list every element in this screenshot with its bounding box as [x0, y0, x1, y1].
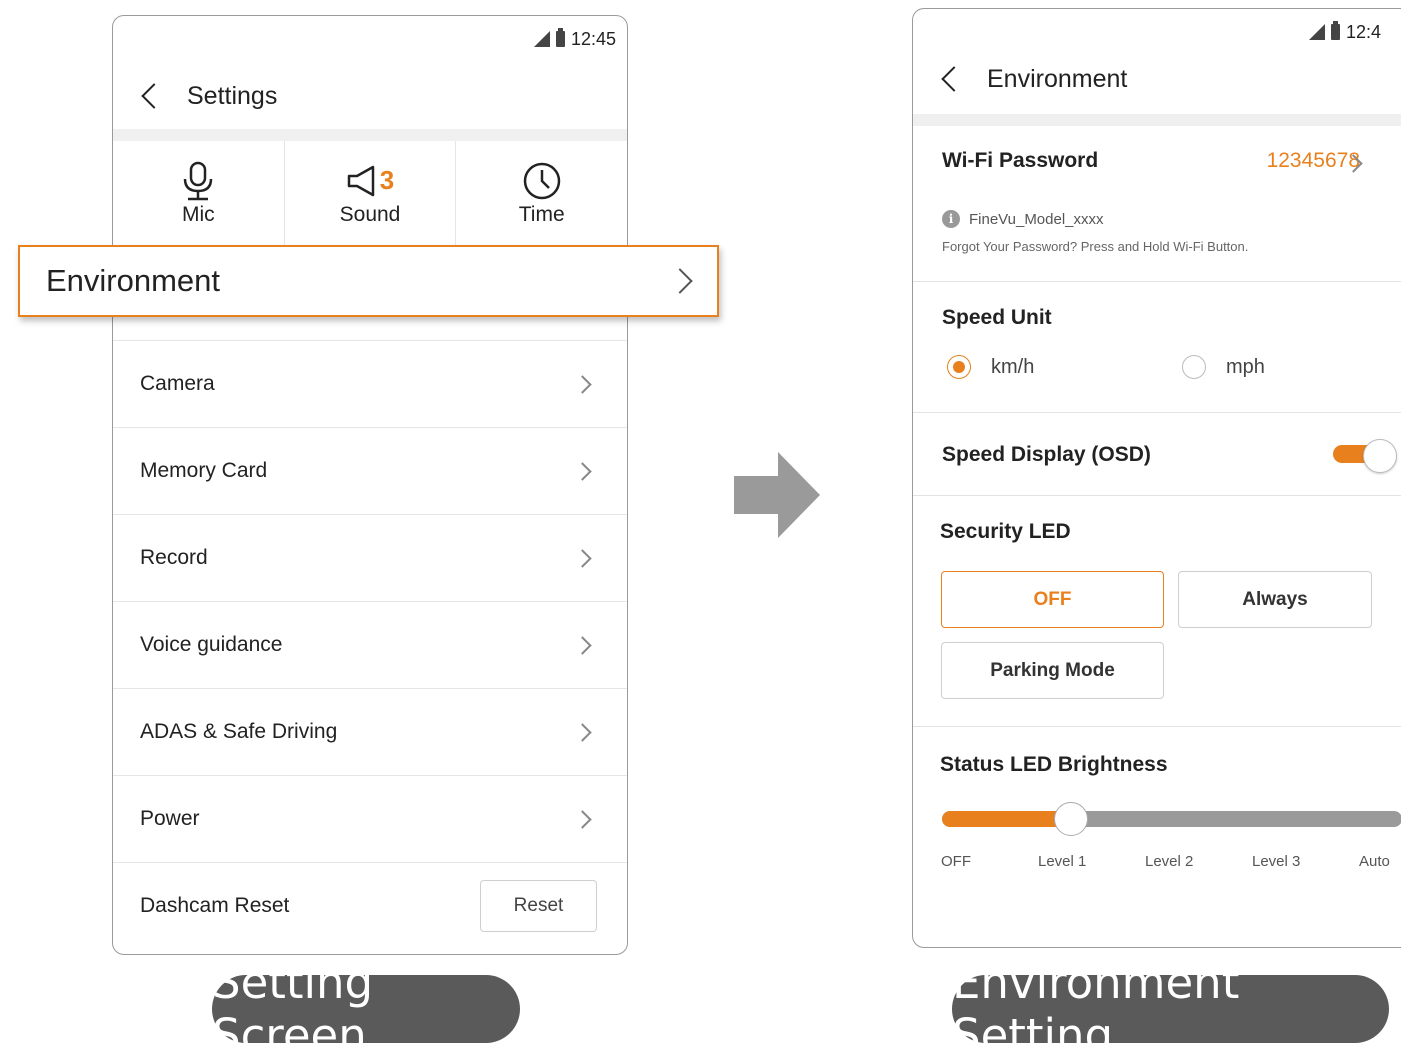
radio-selected-icon[interactable] [947, 355, 971, 379]
page-title: Environment [987, 64, 1128, 93]
quick-sound[interactable]: 3 Sound [285, 141, 457, 246]
quick-settings: Mic 3 Sound Time [113, 141, 627, 246]
menu-item-voice-guidance[interactable]: Voice guidance [113, 601, 627, 688]
menu-item-label: Memory Card [140, 459, 268, 482]
security-led-title: Security LED [940, 520, 1071, 543]
led-option-parking-mode[interactable]: Parking Mode [941, 642, 1164, 699]
menu-item-memory-card[interactable]: Memory Card [113, 427, 627, 514]
environment-screen: 12:4 Environment Wi-Fi Password 12345678… [912, 8, 1401, 948]
mic-icon [180, 161, 216, 201]
slider-label-level1: Level 1 [1038, 853, 1087, 870]
arrow-right-icon [734, 452, 820, 538]
chevron-right-icon [573, 548, 592, 568]
menu-item-camera[interactable]: Camera [113, 340, 627, 427]
section-divider [113, 129, 627, 141]
status-bar: 12:45 [533, 16, 616, 62]
menu-item-power[interactable]: Power [113, 775, 627, 862]
quick-time[interactable]: Time [456, 141, 627, 246]
info-icon: i [942, 210, 960, 228]
clock-icon [522, 161, 562, 201]
caption-setting-screen: Setting Screen [212, 956, 520, 1043]
slider-labels: OFF Level 1 Level 2 Level 3 Auto [941, 853, 1401, 873]
page-title: Settings [187, 81, 278, 110]
chevron-right-icon [667, 268, 693, 294]
speed-display-title: Speed Display (OSD) [942, 443, 1151, 466]
signal-icon [1308, 24, 1325, 40]
sound-level: 3 [379, 165, 395, 195]
quick-mic[interactable]: Mic [113, 141, 285, 246]
status-time: 12:4 [1345, 21, 1381, 42]
radio-kmh-label: km/h [991, 355, 1035, 378]
caption-environment-setting: Environment Setting [952, 956, 1389, 1043]
chevron-right-icon [573, 461, 592, 481]
status-bar: 12:4 [1308, 9, 1381, 55]
radio-mph[interactable]: mph [1182, 355, 1265, 379]
section-border [913, 412, 1401, 413]
speed-unit-title: Speed Unit [942, 306, 1052, 329]
menu-item-label: Voice guidance [140, 633, 283, 656]
chevron-right-icon [573, 809, 592, 829]
menu-item-adas[interactable]: ADAS & Safe Driving [113, 688, 627, 775]
slider-label-level3: Level 3 [1252, 853, 1301, 870]
environment-label: Environment [46, 263, 221, 298]
model-name: FineVu_Model_xxxx [969, 210, 1104, 228]
quick-time-label: Time [518, 202, 565, 226]
slider-label-auto: Auto [1359, 853, 1390, 870]
reset-button[interactable]: Reset [480, 880, 597, 932]
back-arrow-icon[interactable] [941, 66, 967, 92]
settings-header: Settings [113, 71, 627, 121]
battery-icon [555, 28, 565, 47]
quick-mic-label: Mic [182, 202, 215, 226]
menu-item-label: Camera [140, 372, 215, 395]
menu-item-record[interactable]: Record [113, 514, 627, 601]
menu-item-dashcam-reset: Dashcam Reset Reset [113, 862, 627, 949]
menu-item-label: ADAS & Safe Driving [140, 720, 338, 743]
radio-mph-label: mph [1226, 355, 1265, 378]
menu-item-environment-highlight[interactable]: Environment [18, 245, 719, 317]
battery-icon [1330, 21, 1340, 40]
slider-knob[interactable] [1054, 802, 1088, 836]
wifi-password-title: Wi-Fi Password [942, 149, 1099, 172]
slider-label-off: OFF [941, 853, 971, 870]
radio-unselected-icon[interactable] [1182, 355, 1206, 379]
section-border [913, 495, 1401, 496]
section-border [913, 281, 1401, 282]
quick-sound-label: Sound [339, 202, 401, 226]
quick-sound-icon-group: 3 [346, 161, 394, 201]
radio-kmh[interactable]: km/h [947, 355, 1034, 379]
menu-item-label: Power [140, 807, 200, 830]
environment-header: Environment [913, 54, 1401, 104]
password-hint: Forgot Your Password? Press and Hold Wi-… [942, 239, 1249, 254]
status-led-title: Status LED Brightness [940, 753, 1168, 776]
menu-item-label: Record [140, 546, 208, 569]
slider-label-level2: Level 2 [1145, 853, 1194, 870]
chevron-right-icon [573, 374, 592, 394]
chevron-right-icon [573, 635, 592, 655]
section-border [913, 726, 1401, 727]
back-arrow-icon[interactable] [141, 83, 167, 109]
led-option-always[interactable]: Always [1178, 571, 1372, 628]
status-time: 12:45 [570, 28, 616, 49]
slider-fill [942, 811, 1071, 827]
speed-display-toggle[interactable] [1333, 439, 1397, 473]
speaker-icon [347, 165, 375, 196]
section-divider [913, 114, 1401, 126]
settings-screen: 12:45 Settings Mic 3 Sound Time Camera M… [112, 15, 628, 955]
model-info: i FineVu_Model_xxxx [942, 210, 1104, 228]
led-option-off[interactable]: OFF [941, 571, 1164, 628]
toggle-knob[interactable] [1363, 439, 1397, 473]
menu-item-label: Dashcam Reset [140, 894, 290, 917]
brightness-slider[interactable] [942, 802, 1401, 836]
chevron-right-icon [573, 722, 592, 742]
signal-icon [533, 31, 550, 47]
